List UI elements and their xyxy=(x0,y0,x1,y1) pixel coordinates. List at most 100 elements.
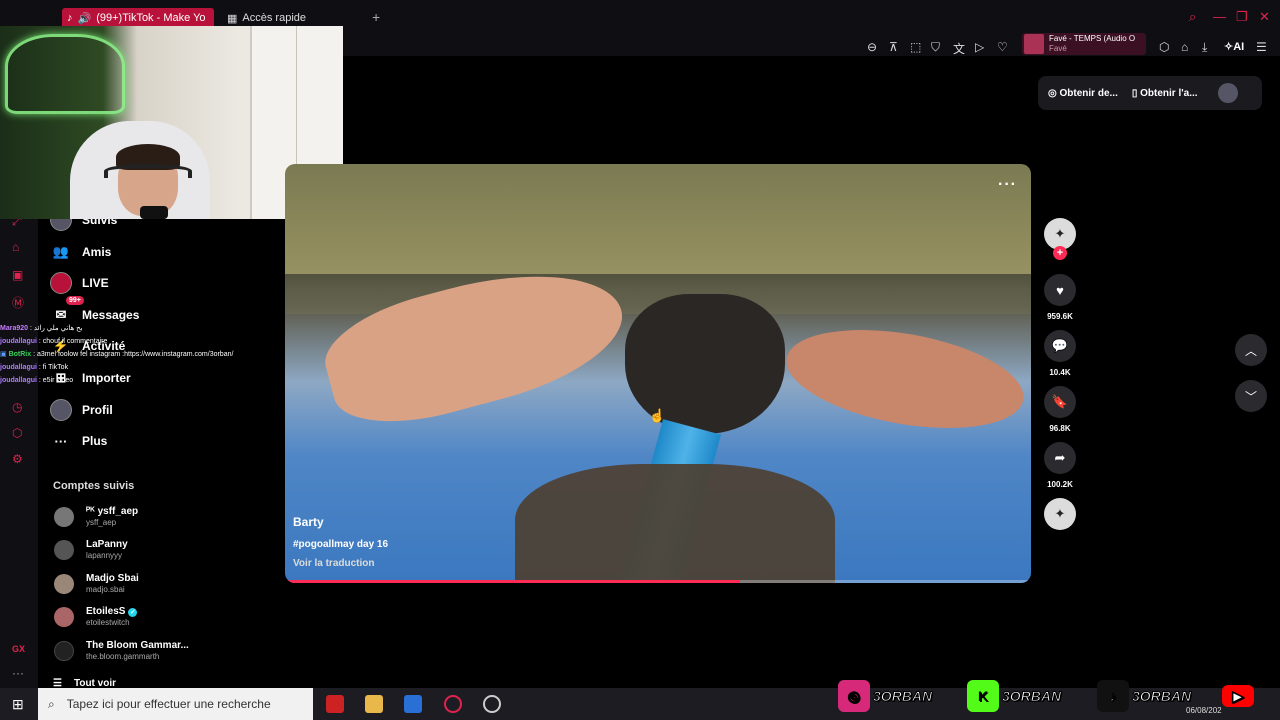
messenger-icon[interactable]: Ⓜ xyxy=(12,294,24,311)
get-coins-label: Obtenir de... xyxy=(1059,87,1118,99)
neon-decoration xyxy=(5,34,125,114)
sidebar-item-friends[interactable]: 👥 Amis xyxy=(50,241,111,263)
restore-icon[interactable]: ❐ xyxy=(1236,9,1248,25)
music-disc-button[interactable]: ✦ xyxy=(1042,498,1078,530)
account-item[interactable]: Madjo Sbai madjo.sbai xyxy=(54,573,139,595)
account-username: madjo.sbai xyxy=(86,585,125,594)
get-coins-button[interactable]: ◎ Obtenir de... xyxy=(1048,88,1118,99)
music-disc-icon: ✦ xyxy=(1044,498,1076,530)
clock-app-icon[interactable] xyxy=(483,695,501,713)
like-button[interactable]: ♥ 959.6K xyxy=(1042,274,1078,321)
creator-avatar[interactable]: ✦ + xyxy=(1042,218,1078,260)
tab-tiktok[interactable]: ♪ 🔊 (99+)TikTok - Make Yo xyxy=(62,8,214,28)
coin-icon: ◎ xyxy=(1048,87,1060,99)
video-description[interactable]: #pogoallmay day 16 xyxy=(293,539,388,550)
friends-icon: 👥 xyxy=(52,244,70,259)
zoom-out-icon[interactable]: ⊖ xyxy=(867,40,877,54)
chat-message: Mara920 : بح هاتي ملي رائد xyxy=(0,322,290,335)
previous-video-button[interactable]: ︿ xyxy=(1235,334,1267,366)
stream-chat-overlay: Mara920 : بح هاتي ملي رائد joudallagui :… xyxy=(0,322,290,387)
account-item[interactable]: LaPanny lapannyyy xyxy=(54,539,128,561)
sidebar-item-live[interactable]: LIVE xyxy=(50,272,109,294)
more-options-icon[interactable]: ··· xyxy=(998,176,1017,194)
opera-gx-icon[interactable] xyxy=(444,695,462,713)
history-icon[interactable]: ◷ xyxy=(12,400,22,414)
get-app-button[interactable]: ▯ Obtenir l'a... xyxy=(1132,88,1198,99)
bag-icon[interactable]: ⌂ xyxy=(12,240,19,254)
next-video-button[interactable]: ﹀ xyxy=(1235,380,1267,412)
snapshot-icon[interactable]: ⬚ xyxy=(910,40,921,54)
get-app-label: Obtenir l'a... xyxy=(1140,87,1198,99)
settings-icon[interactable]: ⚙ xyxy=(12,452,23,466)
twitch-icon[interactable]: ▣ xyxy=(12,268,23,282)
video-progress-bar[interactable] xyxy=(285,580,1031,583)
save-count: 96.8K xyxy=(1049,424,1071,433)
user-avatar[interactable] xyxy=(1217,83,1238,103)
chat-user: joudallagui xyxy=(0,364,37,371)
share-count: 100.2K xyxy=(1047,480,1073,489)
tiktok-handle: ♪ 3ORBAN xyxy=(1097,679,1192,713)
shield-icon[interactable]: ⛉ xyxy=(931,40,940,55)
app-icon[interactable] xyxy=(326,695,344,713)
taskbar-search-input[interactable]: ⌕ Tapez ici pour effectuer une recherche xyxy=(38,688,313,720)
tab-quick-access[interactable]: ▦ Accès rapide xyxy=(222,8,311,28)
windows-start-icon[interactable]: ⊞ xyxy=(12,696,24,713)
chat-text: : بح هاتي ملي رائد xyxy=(28,325,83,332)
like-count: 959.6K xyxy=(1047,312,1073,321)
live-icon xyxy=(50,272,72,294)
more-icon: ··· xyxy=(54,433,68,449)
bot-badge-icon: ▣ xyxy=(0,351,9,358)
extension-icon[interactable]: ⬡ xyxy=(12,426,22,440)
translate-link[interactable]: Voir la traduction xyxy=(293,558,375,569)
account-icon[interactable]: ⌂ xyxy=(1181,40,1188,54)
follow-plus-icon[interactable]: + xyxy=(1053,246,1067,260)
instagram-icon: ◎ xyxy=(838,680,870,712)
search-placeholder: Tapez ici pour effectuer une recherche xyxy=(66,697,271,711)
translate-icon[interactable]: 文 xyxy=(953,40,965,57)
search-icon[interactable]: ⌕ xyxy=(1189,9,1196,25)
sidebar-item-more[interactable]: ··· Plus xyxy=(50,430,108,452)
speaker-icon[interactable]: 🔊 xyxy=(78,12,92,25)
folder-icon[interactable] xyxy=(365,695,383,713)
extensions-icon[interactable]: ⬡ xyxy=(1159,40,1169,54)
heart-outline-icon[interactable]: ♡ xyxy=(997,40,1008,54)
account-item[interactable]: ᴾᴷ ysff_aep ysff_aep xyxy=(54,506,138,528)
store-icon[interactable] xyxy=(404,695,422,713)
kick-icon: K xyxy=(967,680,999,712)
sidebar-item-profile[interactable]: Profil xyxy=(50,399,113,421)
avatar xyxy=(54,607,74,627)
music-player[interactable]: Favé - TEMPS (Audio O Favé xyxy=(1022,33,1146,55)
menu-icon[interactable]: ☰ xyxy=(1256,40,1267,54)
sidebar-item-label: LIVE xyxy=(82,276,109,290)
tiktok-sidebar: Suivis 👥 Amis LIVE ✉ 99+ Messages ⚡ Acti… xyxy=(38,200,284,690)
account-username: ysff_aep xyxy=(86,518,117,527)
share-arrow-icon: ➦ xyxy=(1044,442,1076,474)
download-icon[interactable]: ⤓ xyxy=(1202,40,1207,55)
chat-message: joudallagui : chouf il commentaire xyxy=(0,335,290,348)
pin-icon[interactable]: ⊼ xyxy=(889,40,898,54)
comment-button[interactable]: 💬 10.4K xyxy=(1042,330,1078,377)
album-art xyxy=(1024,34,1044,54)
share-button[interactable]: ➦ 100.2K xyxy=(1042,442,1078,489)
minimize-icon[interactable]: — xyxy=(1213,9,1226,24)
save-button[interactable]: 🔖 96.8K xyxy=(1042,386,1078,433)
new-tab-button[interactable]: + xyxy=(372,9,380,25)
ai-button[interactable]: ✧AI xyxy=(1224,40,1244,53)
account-item[interactable]: EtoilesS ✓ etoilestwitch xyxy=(54,606,138,628)
video-author[interactable]: Barty xyxy=(293,515,324,529)
account-name: ᴾᴷ ysff_aep xyxy=(86,506,139,517)
video-progress-fill xyxy=(285,580,741,583)
play-icon[interactable]: ▷ xyxy=(975,40,984,54)
microphone xyxy=(140,206,168,219)
video-player[interactable]: ··· Barty #pogoallmay day 16 Voir la tra… xyxy=(285,164,1031,583)
top-action-bar: ◎ Obtenir de... ▯ Obtenir l'a... xyxy=(1038,76,1262,110)
account-name: The Bloom Gammar... xyxy=(86,640,189,651)
account-username: lapannyyy xyxy=(86,551,123,560)
gx-icon[interactable]: GX xyxy=(12,644,25,654)
account-item[interactable]: The Bloom Gammar... the.bloom.gammarth xyxy=(54,640,189,662)
music-artist: Favé xyxy=(1049,44,1067,53)
ellipsis-icon[interactable]: ··· xyxy=(12,666,24,680)
account-username: etoilestwitch xyxy=(86,618,130,627)
sidebar-item-label: Plus xyxy=(82,434,108,448)
close-icon[interactable]: ✕ xyxy=(1259,9,1270,25)
